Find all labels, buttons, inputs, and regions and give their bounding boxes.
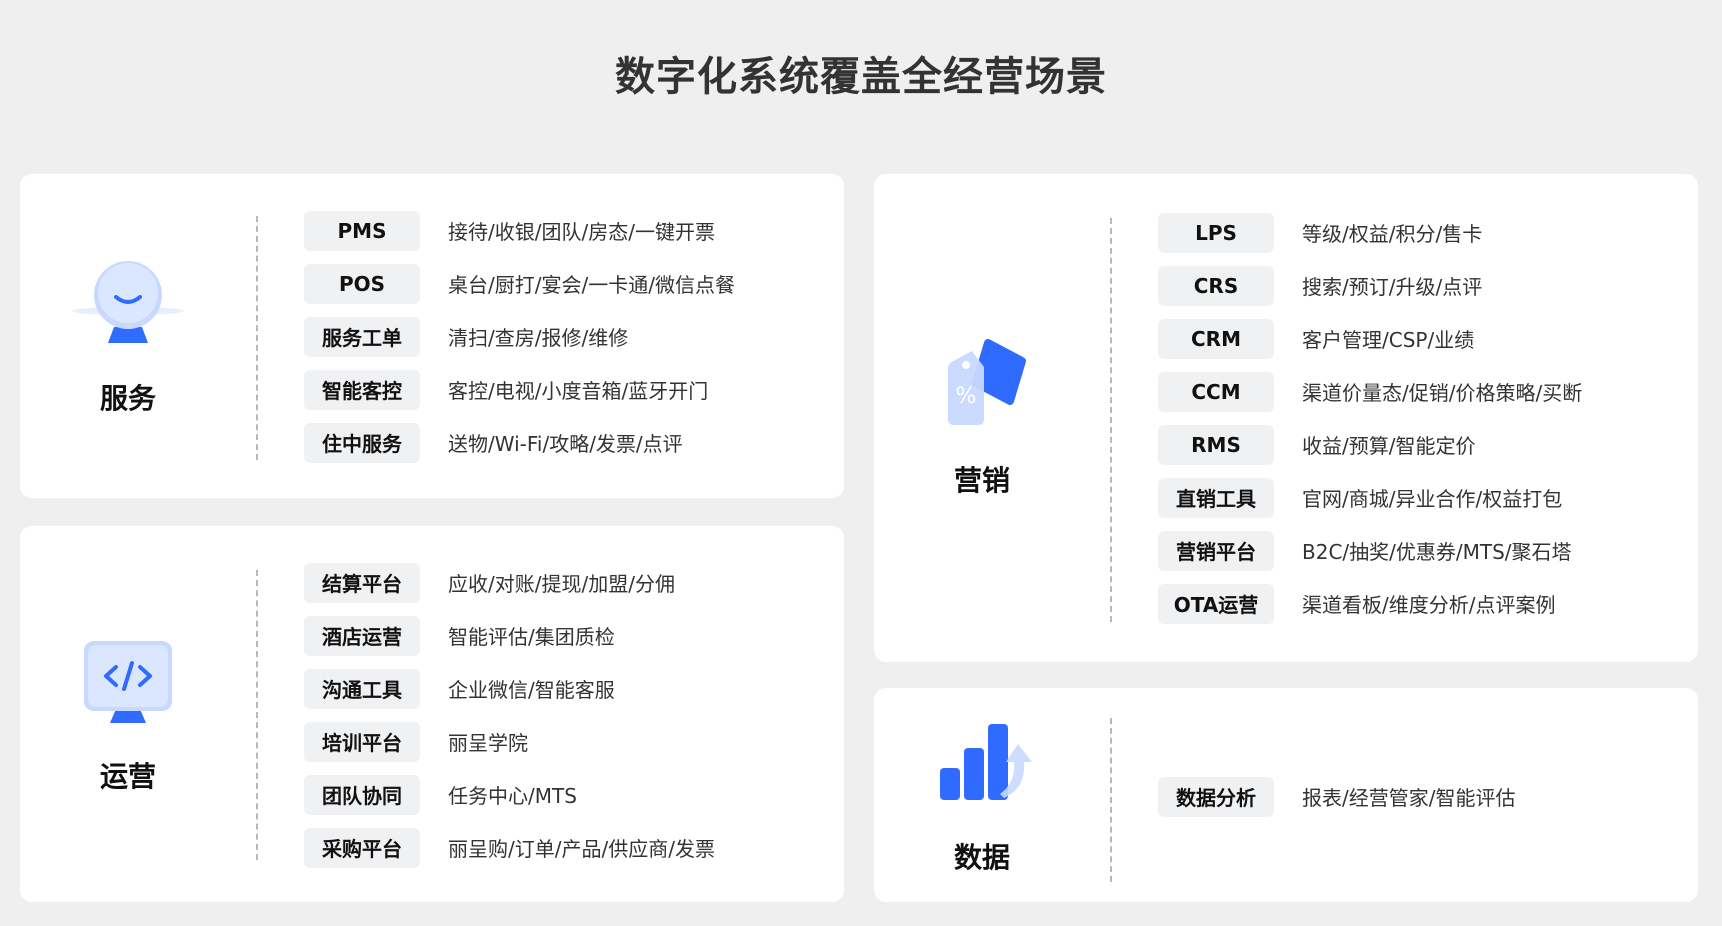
system-tag: OTA运营 (1158, 583, 1274, 624)
data-divider (1110, 718, 1112, 882)
list-item: 培训平台 丽呈学院 (304, 715, 715, 768)
operations-list: 结算平台 应收/对账/提现/加盟/分佣 酒店运营 智能评估/集团质检 沟通工具 企业微… (304, 556, 715, 874)
system-description: 渠道价量态/促销/价格策略/买断 (1302, 381, 1583, 405)
system-tag: 沟通工具 (304, 668, 420, 709)
system-tag: CRS (1158, 265, 1274, 306)
svg-text:%: % (956, 384, 977, 409)
list-item: 住中服务 送物/Wi-Fi/攻略/发票/点评 (304, 416, 735, 469)
list-item: LPS 等级/权益/积分/售卡 (1158, 206, 1582, 259)
list-item: PMS 接待/收银/团队/房态/一键开票 (304, 204, 735, 257)
page-title: 数字化系统覆盖全经营场景 (615, 54, 1107, 100)
list-item: 直销工具 官网/商城/异业合作/权益打包 (1158, 471, 1582, 524)
service-header: 服务 (20, 174, 236, 498)
system-tag: 直销工具 (1158, 477, 1274, 518)
system-description: 丽呈购/订单/产品/供应商/发票 (448, 837, 715, 861)
marketing-title: 营销 (953, 464, 1010, 497)
list-item: 智能客控 客控/电视/小度音箱/蓝牙开门 (304, 363, 735, 416)
system-tag: 住中服务 (304, 422, 420, 463)
operations-title: 运营 (99, 760, 156, 793)
marketing-list: LPS 等级/权益/积分/售卡 CRS 搜索/预订/升级/点评 CRM 客户管理/CS… (1158, 206, 1582, 630)
system-description: 桌台/厨打/宴会/一卡通/微信点餐 (448, 273, 735, 297)
system-tag: 酒店运营 (304, 615, 420, 656)
system-tag: 采购平台 (304, 827, 420, 868)
marketing-header: % 营销 (874, 174, 1090, 662)
system-tag: POS (304, 263, 420, 304)
system-description: 搜索/预订/升级/点评 (1302, 275, 1483, 299)
system-description: 收益/预算/智能定价 (1302, 434, 1476, 458)
system-description: 等级/权益/积分/售卡 (1302, 222, 1483, 246)
system-description: 渠道看板/维度分析/点评案例 (1302, 593, 1556, 617)
service-card: 服务 PMS 接待/收银/团队/房态/一键开票 POS 桌台/厨打/宴会/一卡通/微… (20, 174, 844, 498)
system-description: 接待/收银/团队/房态/一键开票 (448, 220, 715, 244)
list-item: 数据分析 报表/经营管家/智能评估 (1158, 770, 1515, 823)
system-tag: RMS (1158, 424, 1274, 465)
marketing-divider (1110, 218, 1112, 622)
system-description: 企业微信/智能客服 (448, 678, 615, 702)
service-divider (256, 216, 258, 460)
system-tag: 结算平台 (304, 562, 420, 603)
system-description: 送物/Wi-Fi/攻略/发票/点评 (448, 432, 683, 456)
system-description: 报表/经营管家/智能评估 (1302, 786, 1516, 810)
operations-header: 运营 (20, 526, 236, 902)
data-header: 数据 (874, 688, 1090, 902)
service-list: PMS 接待/收银/团队/房态/一键开票 POS 桌台/厨打/宴会/一卡通/微信点餐… (304, 204, 735, 469)
service-title: 服务 (99, 382, 156, 415)
list-item: 酒店运营 智能评估/集团质检 (304, 609, 715, 662)
system-tag: LPS (1158, 212, 1274, 253)
list-item: RMS 收益/预算/智能定价 (1158, 418, 1582, 471)
list-item: 结算平台 应收/对账/提现/加盟/分佣 (304, 556, 715, 609)
list-item: 团队协同 任务中心/MTS (304, 768, 715, 821)
operations-divider (256, 570, 258, 860)
list-item: 采购平台 丽呈购/订单/产品/供应商/发票 (304, 821, 715, 874)
system-description: 任务中心/MTS (448, 784, 577, 808)
system-tag: 营销平台 (1158, 530, 1274, 571)
list-item: POS 桌台/厨打/宴会/一卡通/微信点餐 (304, 257, 735, 310)
system-description: 客户管理/CSP/业绩 (1302, 328, 1475, 352)
system-tag: PMS (304, 210, 420, 251)
system-description: 丽呈学院 (448, 731, 528, 755)
marketing-card: % 营销 LPS 等级/权益/积分/售卡 CRS 搜索/预订/升级/点评 CRM 客户… (874, 174, 1698, 662)
list-item: CCM 渠道价量态/促销/价格策略/买断 (1158, 365, 1582, 418)
system-tag: 数据分析 (1158, 776, 1274, 817)
system-description: 应收/对账/提现/加盟/分佣 (448, 572, 675, 596)
list-item: 沟通工具 企业微信/智能客服 (304, 662, 715, 715)
data-list: 数据分析 报表/经营管家/智能评估 (1158, 770, 1515, 823)
operations-card: 运营 结算平台 应收/对账/提现/加盟/分佣 酒店运营 智能评估/集团质检 沟通工具… (20, 526, 844, 902)
code-monitor-icon (68, 633, 188, 733)
system-description: B2C/抽奖/优惠券/MTS/聚石塔 (1302, 540, 1572, 564)
system-tag: 培训平台 (304, 721, 420, 762)
list-item: OTA运营 渠道看板/维度分析/点评案例 (1158, 577, 1582, 630)
system-description: 清扫/查房/报修/维修 (448, 326, 629, 350)
system-tag: 团队协同 (304, 774, 420, 815)
system-tag: 智能客控 (304, 369, 420, 410)
data-title: 数据 (953, 841, 1010, 874)
system-tag: 服务工单 (304, 316, 420, 357)
list-item: 服务工单 清扫/查房/报修/维修 (304, 310, 735, 363)
price-tag-icon: % (922, 337, 1042, 437)
list-item: 营销平台 B2C/抽奖/优惠券/MTS/聚石塔 (1158, 524, 1582, 577)
data-card: 数据 数据分析 报表/经营管家/智能评估 (874, 688, 1698, 902)
system-description: 官网/商城/异业合作/权益打包 (1302, 487, 1563, 511)
list-item: CRM 客户管理/CSP/业绩 (1158, 312, 1582, 365)
robot-face-icon (68, 255, 188, 355)
system-tag: CCM (1158, 371, 1274, 412)
bar-chart-icon (922, 714, 1042, 814)
list-item: CRS 搜索/预订/升级/点评 (1158, 259, 1582, 312)
system-description: 智能评估/集团质检 (448, 625, 615, 649)
system-tag: CRM (1158, 318, 1274, 359)
system-description: 客控/电视/小度音箱/蓝牙开门 (448, 379, 709, 403)
